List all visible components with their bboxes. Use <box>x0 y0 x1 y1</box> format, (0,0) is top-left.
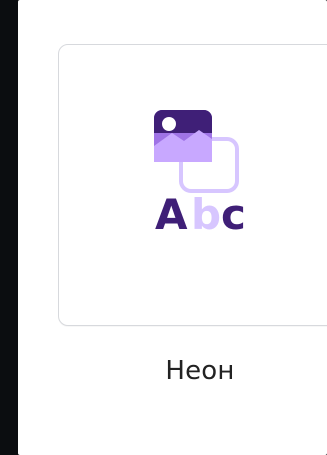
style-label: Неон <box>165 356 235 386</box>
sun-icon <box>162 117 176 131</box>
preview-letter-b: b <box>191 190 221 239</box>
preview-letter-c: c <box>221 190 246 239</box>
style-tile-neon[interactable]: A b c <box>58 44 327 326</box>
preview-letter-a: A <box>155 190 188 239</box>
style-panel: A b c Неон <box>18 0 327 455</box>
app-background: A b c Неон <box>0 0 327 455</box>
image-text-style-icon: A b c <box>154 110 246 239</box>
